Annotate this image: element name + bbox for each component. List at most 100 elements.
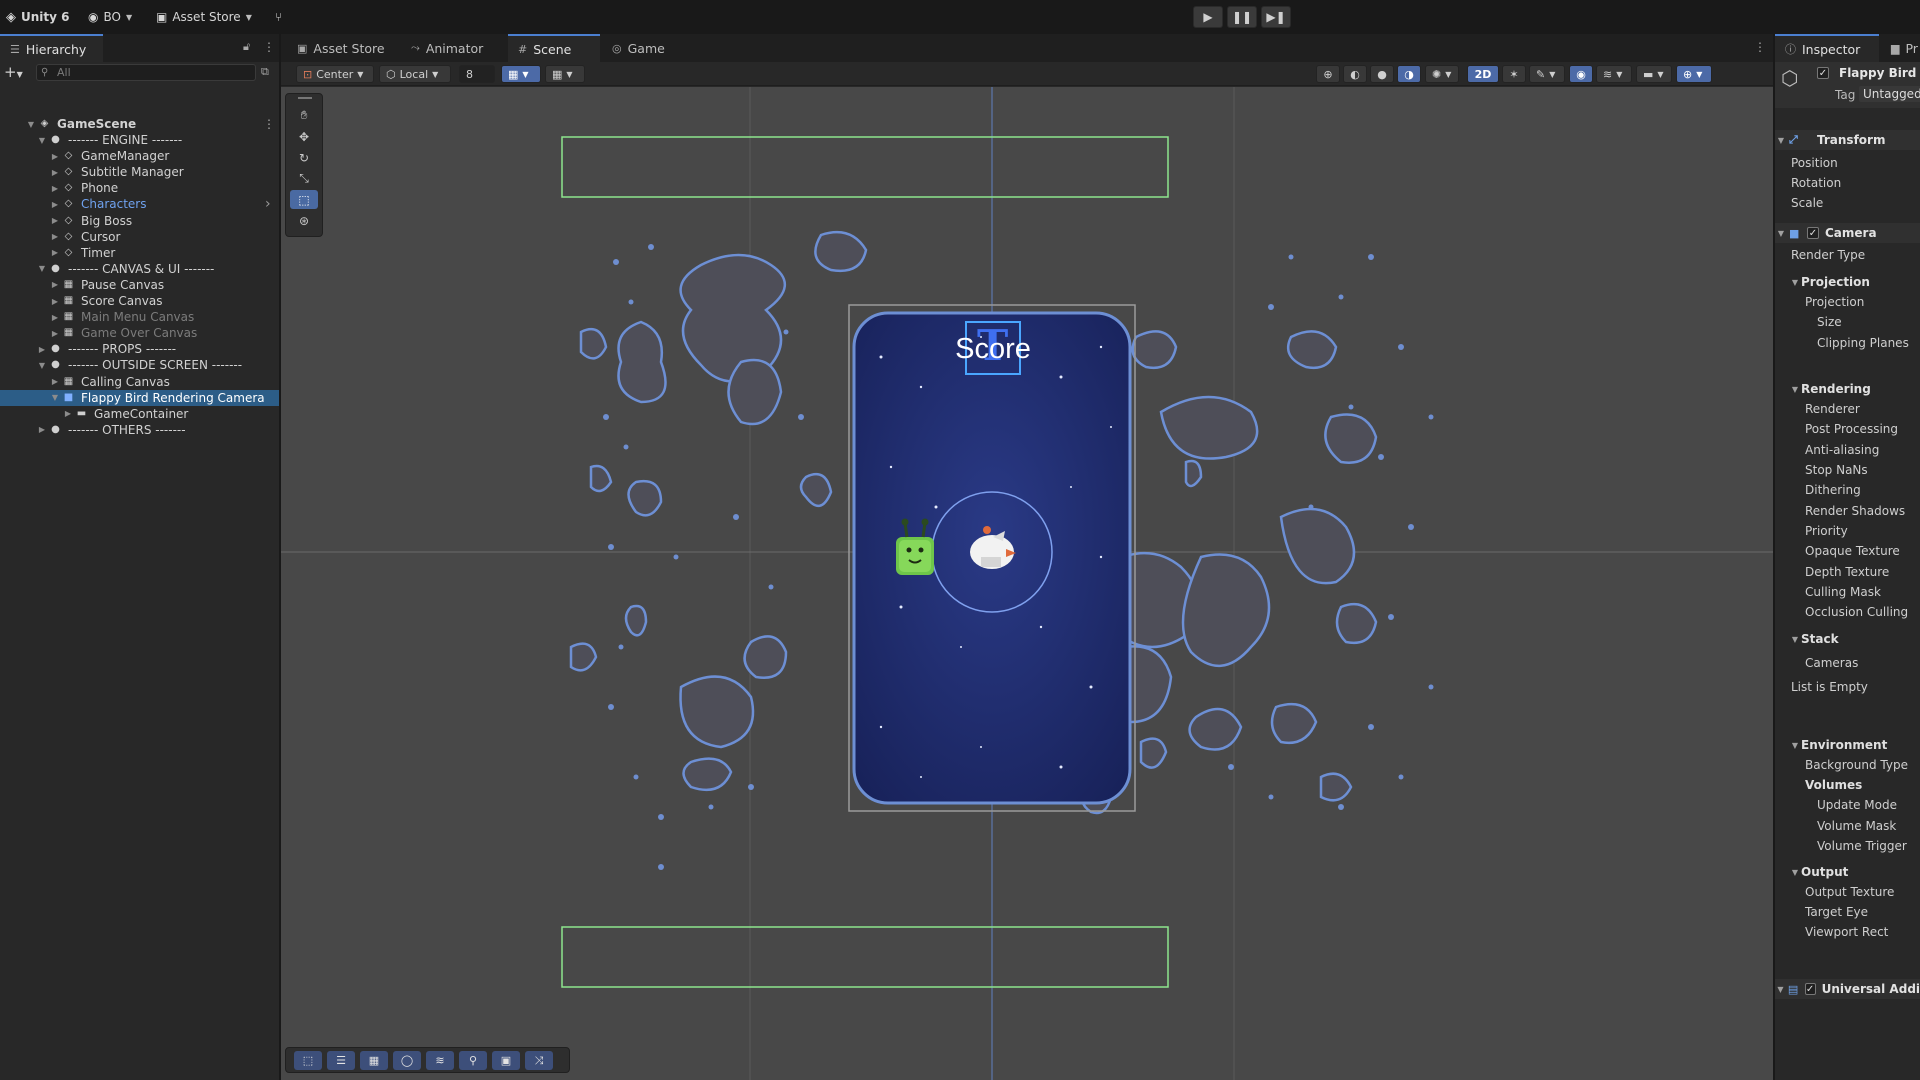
property-label[interactable]: Render Type (1775, 246, 1865, 264)
hierarchy-item[interactable]: ▶ ◇ Timer (0, 245, 279, 261)
overlay-camera-button[interactable]: ▣ (492, 1051, 520, 1070)
property-label[interactable]: Output Texture (1775, 883, 1894, 901)
grid-visibility-toggle[interactable]: ▦ ▼ (501, 65, 541, 83)
overlay-rect-button[interactable]: ⬚ (294, 1051, 322, 1070)
shading-lit-button[interactable]: ◑ (1397, 65, 1421, 83)
pause-button[interactable]: ❚❚ (1227, 6, 1257, 28)
scene-root-row[interactable]: ▼ ◈ GameScene ⋮ (0, 116, 279, 132)
space-mode-dropdown[interactable]: ⬡ Local ▼ (379, 65, 451, 83)
expand-arrow-icon[interactable]: ▶ (50, 168, 60, 177)
component-enabled-checkbox[interactable]: ✓ (1804, 983, 1816, 995)
layers-dropdown[interactable]: ≋ ▼ (1596, 65, 1632, 83)
effects-dropdown[interactable]: ✎ ▼ (1529, 65, 1565, 83)
expand-arrow-icon[interactable]: ▼ (50, 393, 60, 402)
property-label[interactable]: Post Processing (1775, 420, 1898, 438)
collapse-arrow-icon[interactable]: ▼ (1775, 985, 1786, 994)
scene-viewport[interactable]: T Score ✋︎ ✥ ↻ ⤡ ⬚ ⊛ ⬚ ☰ ▦ ◯ ≋ ⚲ ▣ ⤨ (281, 87, 1773, 1080)
hierarchy-item[interactable]: ▶ ▦ Calling Canvas (0, 374, 279, 390)
overlay-grid-button[interactable]: ▦ (360, 1051, 388, 1070)
tab-game[interactable]: ◎ Game (602, 34, 675, 62)
collapse-arrow-icon[interactable]: ▼ (1775, 229, 1787, 238)
expand-arrow-icon[interactable]: ▶ (50, 200, 60, 209)
hierarchy-item[interactable]: ▶ ◇ Subtitle Manager (0, 164, 279, 180)
tab-project[interactable]: ▆ Pr (1881, 34, 1920, 62)
property-label[interactable]: Anti-aliasing (1775, 441, 1879, 459)
gizmos-dropdown[interactable]: ⊕ ▼ (1676, 65, 1712, 83)
hierarchy-separator-row[interactable]: ▶ ● ------- PROPS ------- (0, 341, 279, 357)
property-label[interactable]: Culling Mask (1775, 583, 1881, 601)
expand-arrow-icon[interactable]: ▶ (50, 232, 60, 241)
add-object-button[interactable]: +▼ (4, 63, 23, 81)
hierarchy-item[interactable]: ▶ ◇ GameManager (0, 148, 279, 164)
expand-arrow-icon[interactable]: ▶ (50, 184, 60, 193)
debug-draw-dropdown[interactable]: ✺ ▼ (1425, 65, 1459, 83)
expand-arrow-icon[interactable]: ▼ (26, 120, 36, 129)
property-label[interactable]: Volumes (1775, 776, 1862, 794)
overlay-search-button[interactable]: ⚲ (459, 1051, 487, 1070)
top-bounds-collider[interactable] (561, 136, 1169, 198)
rotate-tool[interactable]: ↻ (290, 148, 318, 167)
overlay-shading-button[interactable]: ◯ (393, 1051, 421, 1070)
expand-arrow-icon[interactable]: ▶ (50, 377, 60, 386)
property-label[interactable]: Priority (1775, 522, 1848, 540)
hierarchy-item[interactable]: ▶ ▦ Game Over Canvas (0, 325, 279, 341)
component-header[interactable]: ▼ ⤢ Transform (1775, 130, 1920, 150)
overlay-layout-button[interactable]: ☰ (327, 1051, 355, 1070)
property-label[interactable]: Occlusion Culling (1775, 603, 1908, 621)
property-label[interactable]: Viewport Rect (1775, 923, 1888, 941)
property-label[interactable]: Depth Texture (1775, 563, 1889, 581)
expand-arrow-icon[interactable]: ▶ (50, 248, 60, 257)
component-header[interactable]: ▼ ■ ✓ Camera (1775, 223, 1920, 243)
mode-2d-toggle[interactable]: 2D (1467, 65, 1499, 83)
tab-scene[interactable]: # Scene (508, 34, 600, 62)
property-label[interactable]: Rotation (1775, 174, 1841, 192)
hierarchy-item[interactable]: ▶ ▦ Pause Canvas (0, 277, 279, 293)
expand-arrow-icon[interactable]: ▼ (37, 264, 47, 273)
active-checkbox[interactable]: ✓ (1817, 67, 1829, 79)
snap-settings-button[interactable]: ▦ ▼ (545, 65, 585, 83)
property-label[interactable]: Volume Mask (1775, 817, 1896, 835)
play-button[interactable]: ▶ (1193, 6, 1223, 28)
overlay-layers-button[interactable]: ≋ (426, 1051, 454, 1070)
account-dropdown[interactable]: ◉ BO ▼ (88, 7, 132, 27)
hierarchy-separator-row[interactable]: ▼ ● ------- OUTSIDE SCREEN ------- (0, 357, 279, 373)
property-label[interactable]: Projection (1775, 293, 1864, 311)
scene-visibility-toggle[interactable]: ◉ (1569, 65, 1593, 83)
expand-arrow-icon[interactable]: ▶ (37, 425, 47, 434)
lock-icon[interactable]: 🔓︎ (243, 40, 250, 54)
property-label[interactable]: Dithering (1775, 481, 1861, 499)
pivot-mode-dropdown[interactable]: ⊡ Center ▼ (296, 65, 374, 83)
hierarchy-item[interactable]: ▶ ▦ Score Canvas (0, 293, 279, 309)
collapse-arrow-icon[interactable]: ▼ (1775, 136, 1787, 145)
object-name-field[interactable]: Flappy Bird R (1839, 66, 1920, 80)
foldout-section[interactable]: ▼ Output (1775, 863, 1848, 881)
transform-tool[interactable]: ⊛ (290, 211, 318, 230)
property-label[interactable]: Clipping Planes (1775, 334, 1909, 352)
property-label[interactable]: Update Mode (1775, 796, 1897, 814)
orientation-button[interactable]: ⊕ (1316, 65, 1340, 83)
property-label[interactable]: Volume Trigger (1775, 837, 1907, 855)
tab-animator[interactable]: ⤳ Animator (401, 34, 493, 62)
property-label[interactable]: Position (1775, 154, 1838, 172)
unity-menu[interactable]: ◈ Unity 6 (6, 7, 70, 27)
property-label[interactable]: List is Empty (1775, 678, 1868, 696)
property-label[interactable]: Render Shadows (1775, 502, 1905, 520)
foldout-section[interactable]: ▼ Environment (1775, 736, 1887, 754)
property-label[interactable]: Renderer (1775, 400, 1860, 418)
palette-grip[interactable] (298, 97, 312, 99)
tab-asset-store[interactable]: ▣ Asset Store (287, 34, 395, 62)
overlay-navigation-button[interactable]: ⤨ (525, 1051, 553, 1070)
hierarchy-separator-row[interactable]: ▼ ● ------- ENGINE ------- (0, 132, 279, 148)
version-control-button[interactable]: ⑂ (275, 7, 282, 27)
collapse-arrow-icon[interactable]: ▼ (1789, 741, 1801, 750)
expand-arrow-icon[interactable]: ▶ (50, 297, 60, 306)
property-label[interactable]: Opaque Texture (1775, 542, 1900, 560)
chevron-right-icon[interactable]: › (265, 196, 271, 212)
camera-settings-dropdown[interactable]: ▬ ▼ (1636, 65, 1672, 83)
expand-arrow-icon[interactable]: ▶ (50, 216, 60, 225)
hierarchy-separator-row[interactable]: ▶ ● ------- OTHERS ------- (0, 422, 279, 438)
hand-tool[interactable]: ✋︎ (290, 106, 318, 125)
hierarchy-item[interactable]: ▶ ◇ Big Boss (0, 213, 279, 229)
bottom-bounds-collider[interactable] (561, 926, 1169, 988)
search-filter-icon[interactable]: ⧉ (261, 65, 269, 79)
